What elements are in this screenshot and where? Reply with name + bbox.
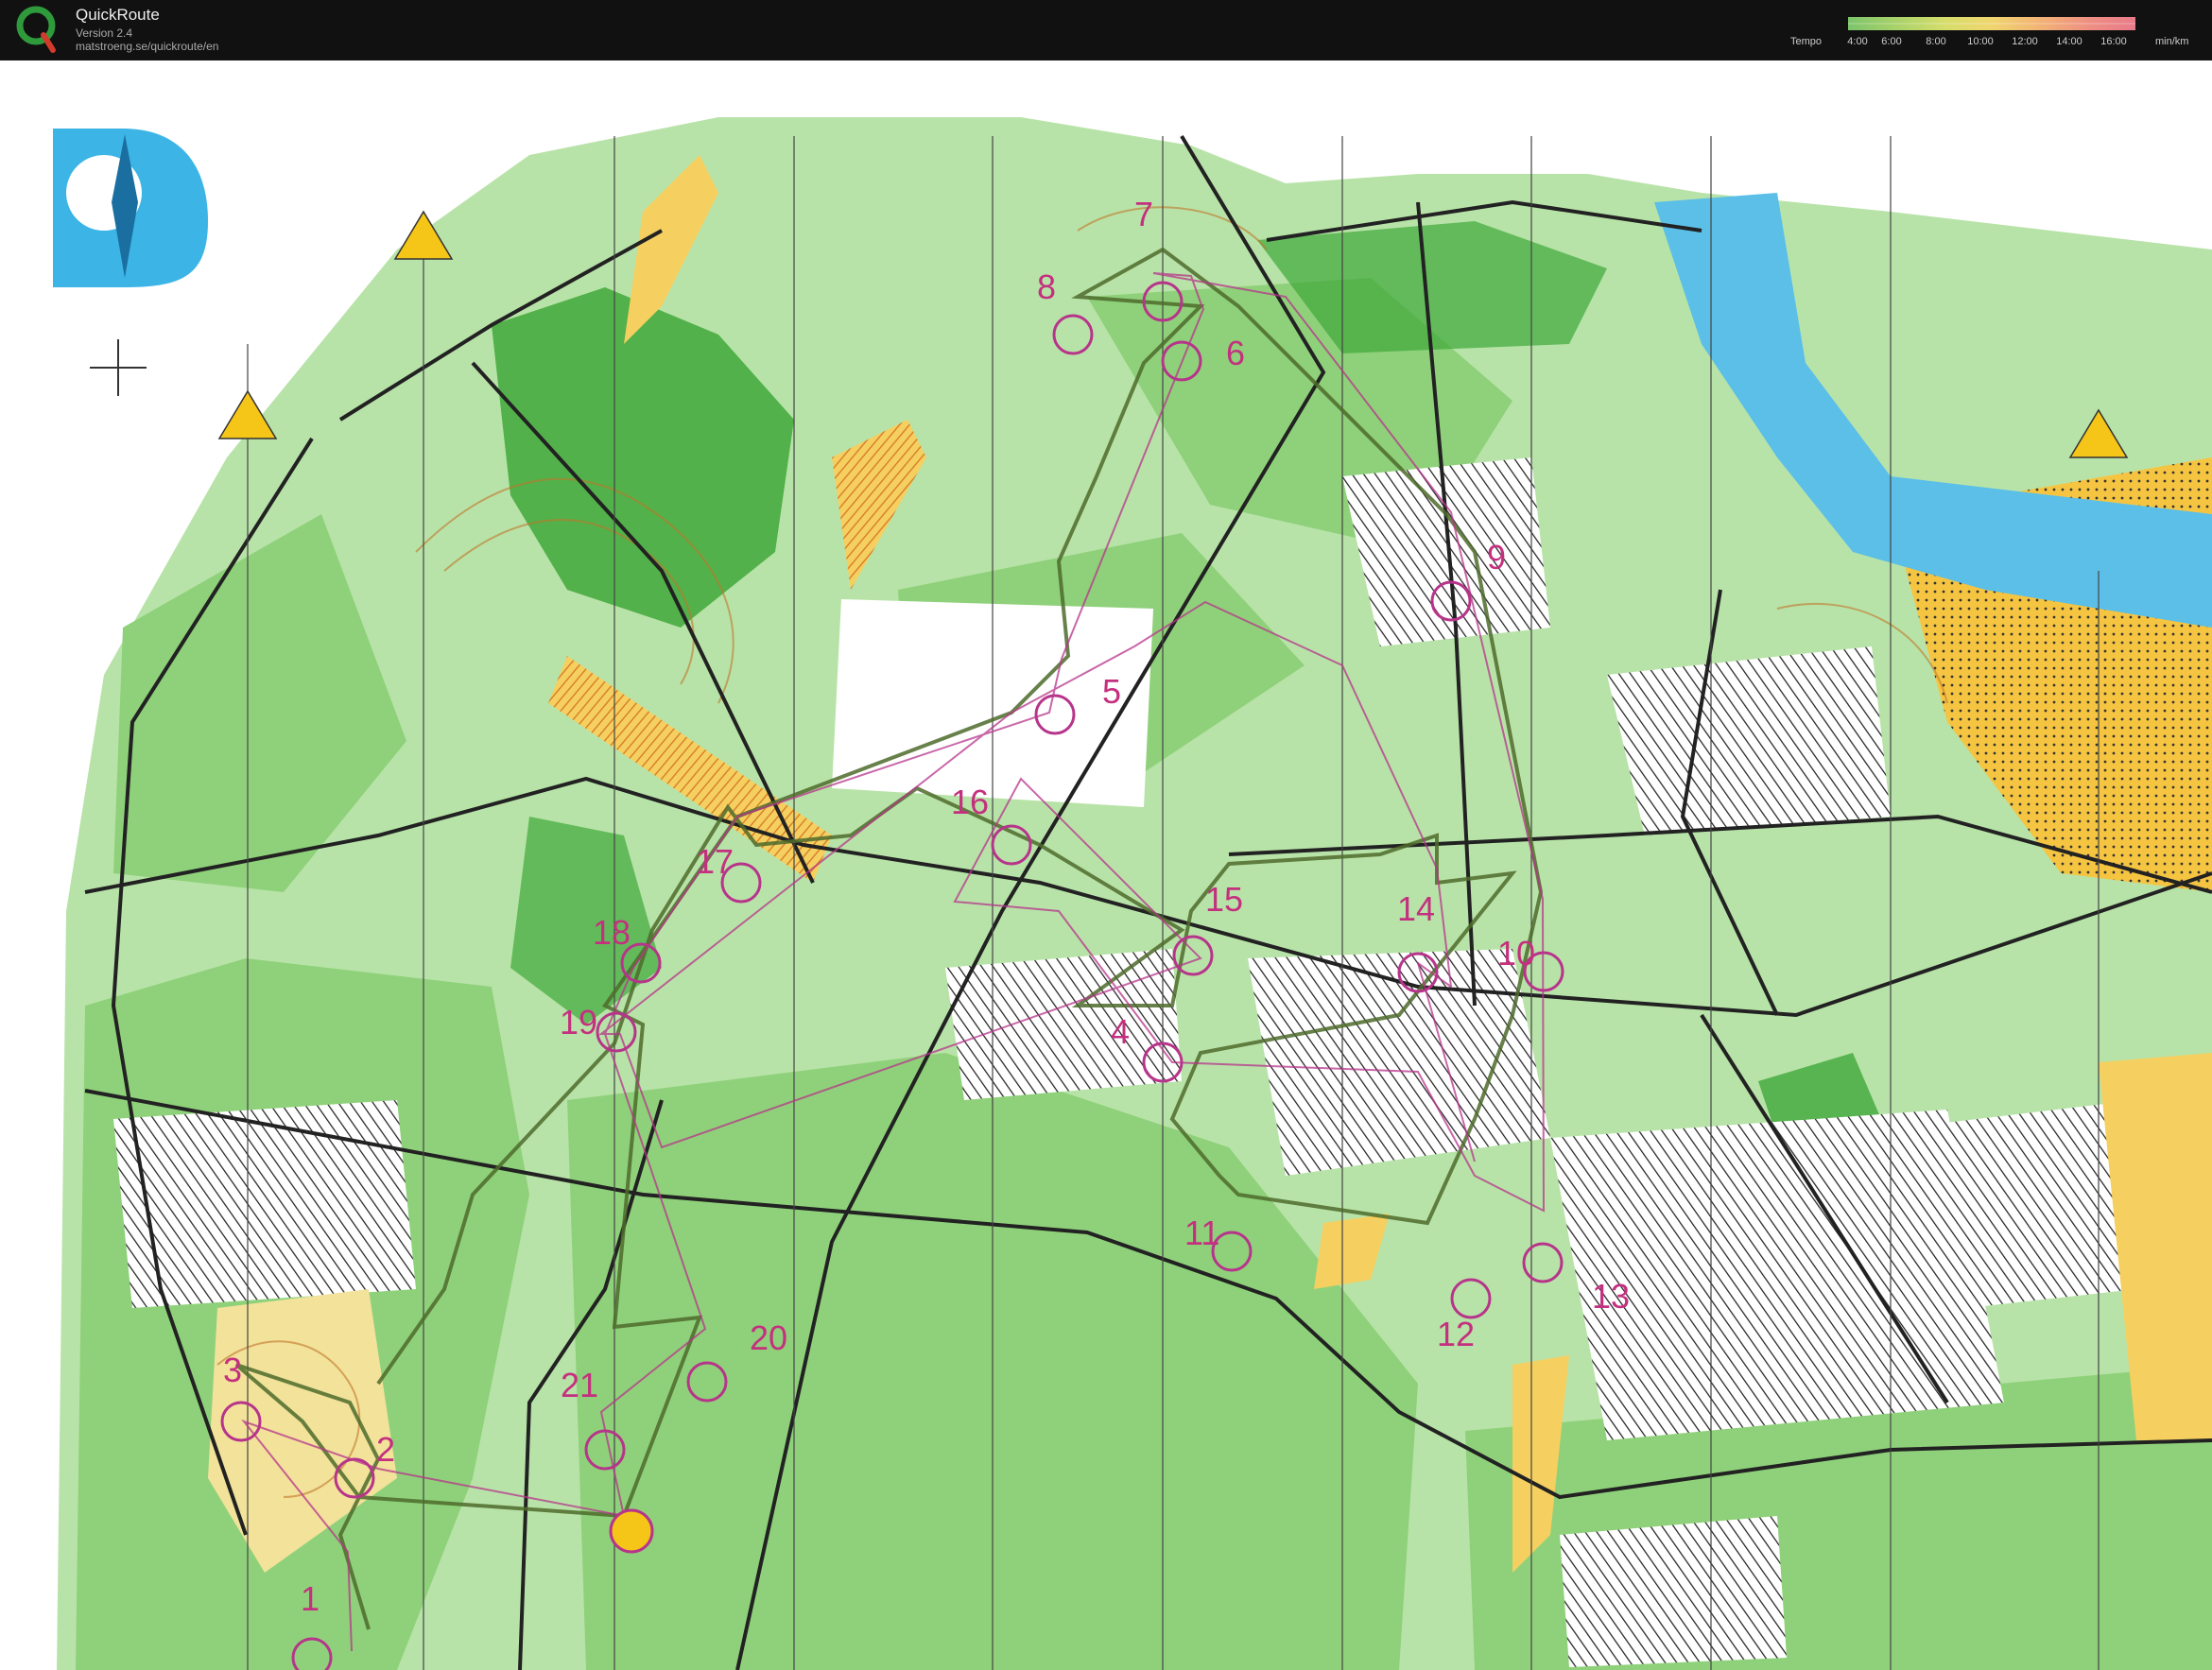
control-number-label: 16	[951, 783, 989, 821]
control-number-label: 15	[1205, 880, 1243, 919]
tick-label: 8:00	[1926, 36, 1946, 47]
tempo-color-scale	[1848, 17, 2135, 30]
control-number-label: 21	[561, 1366, 598, 1404]
map-canvas[interactable]: 123456789101112131415161718192021	[0, 60, 2212, 1670]
orienteering-map[interactable]: 1 2 3 4 5 6 7 8 9 10 11 12 13 14 15 16 17 18 19 20 21	[0, 60, 2212, 1670]
control-number-label: 17	[696, 842, 734, 881]
control-number-label: 10	[1497, 934, 1535, 973]
control-number-label: 14	[1397, 889, 1435, 928]
tick-label: 10:00	[1967, 36, 1994, 47]
quickroute-logo-icon	[16, 6, 56, 53]
club-logo-icon	[53, 129, 208, 287]
app-title: QuickRoute	[76, 6, 160, 24]
control-number-label: 2	[376, 1430, 395, 1469]
app-header: QuickRoute Version 2.4 matstroeng.se/qui…	[0, 0, 2212, 60]
app-url[interactable]: matstroeng.se/quickroute/en	[76, 40, 218, 53]
tick-label: 12:00	[2012, 36, 2038, 47]
tempo-label: Tempo	[1790, 36, 1823, 47]
control-number-label: 4	[1111, 1012, 1130, 1051]
tick-label: 6:00	[1881, 36, 1902, 47]
control-number-label: 12	[1437, 1315, 1475, 1353]
control-number-label: 6	[1226, 334, 1245, 372]
tempo-legend: Tempo 4:00 6:00 8:00 10:00 12:00 14:00 1…	[1790, 17, 2138, 51]
tick-label: 4:00	[1847, 36, 1868, 47]
control-number-label: 11	[1184, 1214, 1219, 1252]
control-number-label: 18	[593, 913, 631, 952]
control-number-label: 1	[301, 1579, 320, 1618]
tick-label: 14:00	[2056, 36, 2082, 47]
control-number-label: 8	[1037, 267, 1056, 306]
control-number-label: 13	[1592, 1277, 1630, 1316]
control-number-label: 5	[1102, 672, 1121, 711]
tempo-unit: min/km	[2155, 36, 2189, 47]
crosshair-icon	[90, 339, 147, 396]
app-version: Version 2.4	[76, 26, 133, 40]
tick-label: 16:00	[2100, 36, 2127, 47]
start-triangle-icon	[609, 1508, 654, 1554]
control-number-label: 20	[750, 1318, 787, 1357]
control-number-label: 3	[223, 1351, 242, 1389]
control-number-label: 7	[1134, 195, 1153, 233]
control-number-label: 19	[560, 1003, 597, 1042]
control-number-label: 9	[1487, 538, 1506, 577]
